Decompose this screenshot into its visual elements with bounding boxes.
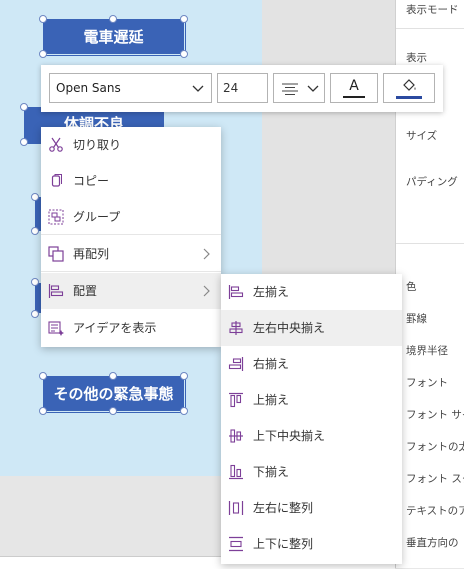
menu-item-ideas[interactable]: アイデアを表示: [41, 310, 221, 346]
resize-handle[interactable]: [180, 50, 188, 58]
submenu-item-align-bottom[interactable]: 下揃え: [221, 454, 402, 490]
distribute-horizontal-icon: [228, 501, 244, 515]
property-label[interactable]: サイズ: [406, 128, 437, 143]
selection-frame: [43, 19, 186, 56]
menu-item-label: グループ: [73, 210, 121, 224]
distribute-vertical-icon: [229, 536, 243, 552]
property-label[interactable]: 表示モード: [406, 2, 459, 17]
submenu-item-label: 右揃え: [253, 357, 290, 371]
property-label[interactable]: フォントの太: [406, 439, 464, 454]
group-icon: [48, 209, 64, 225]
chevron-right-icon: [203, 248, 210, 260]
align-submenu: 左揃え 左右中央揃え 右揃え 上揃え 上下中央揃え 下揃え 左右に整列 上下に整…: [221, 274, 402, 564]
chevron-down-icon: [192, 85, 204, 92]
align-bottom-icon: [229, 464, 243, 480]
submenu-item-align-top[interactable]: 上揃え: [221, 382, 402, 418]
property-label[interactable]: フォント サイ: [406, 407, 464, 422]
property-label[interactable]: 罫線: [406, 311, 427, 326]
resize-handle[interactable]: [31, 310, 39, 318]
menu-item-copy[interactable]: コピー: [41, 163, 221, 199]
resize-handle[interactable]: [39, 15, 47, 23]
submenu-item-label: 上揃え: [253, 393, 290, 407]
scissors-icon: [49, 137, 63, 152]
font-color-glyph: A: [349, 77, 359, 94]
align-left-icon: [228, 285, 244, 299]
property-label[interactable]: テキストのア: [406, 503, 464, 518]
resize-handle[interactable]: [180, 15, 188, 23]
resize-handle[interactable]: [31, 193, 39, 201]
align-center-icon: [282, 83, 298, 95]
submenu-item-label: 上下に整列: [253, 537, 314, 551]
resize-handle[interactable]: [20, 138, 28, 146]
submenu-item-label: 左揃え: [253, 285, 290, 299]
menu-item-label: コピー: [73, 174, 110, 188]
align-icon: [48, 284, 64, 298]
divider: [396, 28, 464, 29]
align-top-icon: [229, 392, 243, 408]
resize-handle[interactable]: [39, 50, 47, 58]
align-center-icon: [229, 321, 243, 335]
resize-handle[interactable]: [180, 407, 188, 415]
submenu-item-align-center[interactable]: 左右中央揃え: [221, 310, 402, 346]
submenu-item-align-left[interactable]: 左揃え: [221, 274, 402, 310]
resize-handle[interactable]: [39, 407, 47, 415]
font-family-value: Open Sans: [56, 81, 121, 95]
submenu-item-align-middle[interactable]: 上下中央揃え: [221, 418, 402, 454]
align-middle-icon: [229, 429, 243, 443]
chevron-down-icon: [307, 85, 319, 92]
property-label[interactable]: 表示: [406, 50, 427, 65]
resize-handle[interactable]: [109, 407, 117, 415]
property-label[interactable]: フォント スタ: [406, 471, 464, 486]
paint-bucket-icon: [403, 79, 416, 91]
menu-item-cut[interactable]: 切り取り: [41, 127, 221, 163]
menu-item-label: 配置: [73, 284, 98, 298]
menu-item-label: 再配列: [73, 247, 110, 261]
resize-handle[interactable]: [109, 15, 117, 23]
property-label[interactable]: 垂直方向の: [406, 535, 459, 550]
text-align-dropdown[interactable]: [273, 73, 325, 103]
reorder-icon: [48, 246, 64, 262]
menu-item-label: アイデアを表示: [73, 321, 157, 335]
submenu-item-distribute-horizontal[interactable]: 左右に整列: [221, 490, 402, 526]
submenu-item-label: 左右に整列: [253, 501, 314, 515]
menu-item-label: 切り取り: [73, 138, 122, 152]
submenu-item-label: 左右中央揃え: [253, 321, 326, 335]
resize-handle[interactable]: [109, 372, 117, 380]
property-label[interactable]: フォント: [406, 375, 448, 390]
divider: [396, 243, 464, 244]
format-toolbar: Open Sans 24 A: [41, 65, 443, 112]
resize-handle[interactable]: [180, 372, 188, 380]
font-size-input[interactable]: 24: [217, 73, 268, 103]
submenu-item-align-right[interactable]: 右揃え: [221, 346, 402, 382]
resize-handle[interactable]: [31, 227, 39, 235]
menu-item-group[interactable]: グループ: [41, 199, 221, 235]
property-label[interactable]: 色: [406, 279, 417, 294]
chevron-right-icon: [203, 285, 210, 297]
submenu-item-label: 上下中央揃え: [253, 429, 326, 443]
resize-handle[interactable]: [20, 103, 28, 111]
submenu-item-label: 下揃え: [253, 465, 290, 479]
align-right-icon: [228, 357, 244, 371]
resize-handle[interactable]: [31, 278, 39, 286]
menu-item-reorder[interactable]: 再配列: [41, 236, 221, 272]
font-family-dropdown[interactable]: Open Sans: [49, 73, 212, 103]
fill-color-button[interactable]: [383, 73, 435, 103]
property-label[interactable]: パディング: [406, 174, 458, 189]
menu-item-align[interactable]: 配置: [41, 273, 221, 309]
fill-color-swatch: [396, 96, 422, 99]
resize-handle[interactable]: [39, 372, 47, 380]
submenu-item-distribute-vertical[interactable]: 上下に整列: [221, 526, 402, 562]
copy-icon: [51, 174, 62, 187]
property-label[interactable]: 境界半径: [406, 343, 448, 358]
font-color-swatch: [343, 95, 365, 98]
ideas-icon: [48, 321, 64, 336]
context-menu: 切り取り コピー グループ 再配列 配置 アイデアを表示: [41, 127, 221, 347]
font-color-button[interactable]: A: [330, 73, 378, 103]
font-size-value: 24: [223, 81, 239, 95]
